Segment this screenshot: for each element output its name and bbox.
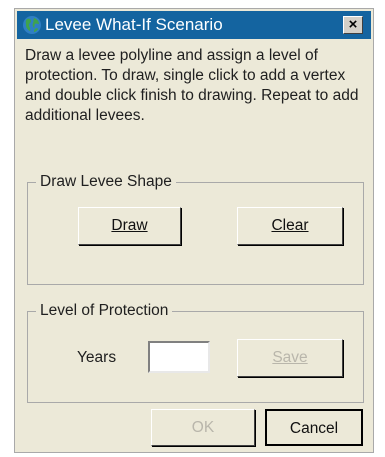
save-button[interactable]: Save <box>237 339 343 377</box>
window-title: Levee What-If Scenario <box>45 15 223 34</box>
clear-button-label: Clear <box>271 217 309 234</box>
draw-button[interactable]: Draw <box>78 207 181 245</box>
level-of-protection-legend: Level of Protection <box>36 301 173 321</box>
clear-button[interactable]: Clear <box>237 207 343 245</box>
cancel-button-label: Cancel <box>289 420 339 437</box>
levee-what-if-dialog: Levee What-If Scenario × Draw a levee po… <box>14 8 374 453</box>
close-icon: × <box>348 16 358 33</box>
draw-levee-shape-legend: Draw Levee Shape <box>36 172 176 192</box>
ok-button-label: OK <box>191 419 215 436</box>
years-input[interactable] <box>148 341 210 373</box>
globe-icon <box>23 16 41 34</box>
ok-button[interactable]: OK <box>151 409 255 446</box>
instructions-text: Draw a levee polyline and assign a level… <box>25 47 359 124</box>
draw-button-label: Draw <box>111 217 148 234</box>
save-button-label: Save <box>272 349 308 366</box>
title-bar[interactable]: Levee What-If Scenario × <box>17 11 371 39</box>
close-button[interactable]: × <box>343 16 363 34</box>
cancel-button[interactable]: Cancel <box>265 409 363 446</box>
years-label: Years <box>77 349 117 366</box>
